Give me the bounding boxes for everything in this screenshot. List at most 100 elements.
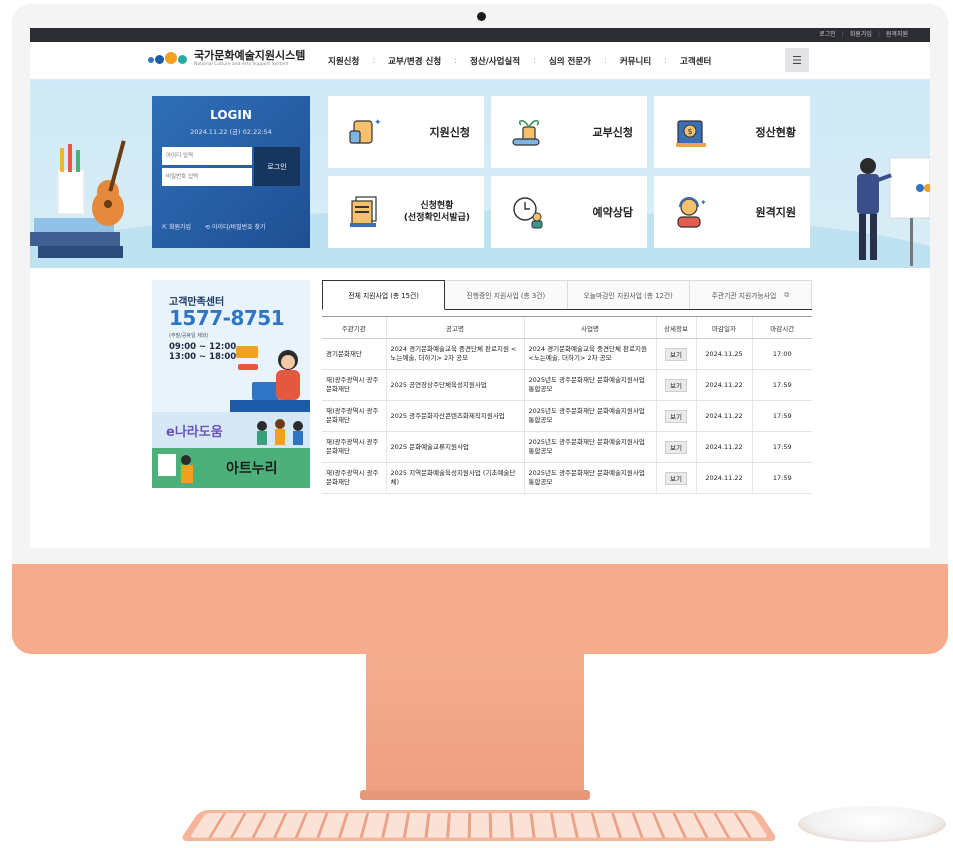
org-cell: 재)광주광역시 광주문화재단 [322,432,386,463]
view-button[interactable]: 보기 [665,379,687,392]
global-nav: 국가문화예술지원시스템 National Culture and Arts Su… [30,42,930,80]
org-cell: 경기문화재단 [322,339,386,370]
menu-divider: : [372,56,375,66]
keyboard [179,810,779,841]
presenter-illustration [840,150,930,268]
hamburger-menu-icon[interactable]: ☰ [785,48,809,72]
operator-illustration [230,334,310,412]
view-button[interactable]: 보기 [665,441,687,454]
support-program-table: 주관기관 공고명 사업명 상세정보 마감일자 마감시간 경기문화재단 2024 … [322,316,812,494]
remote-support-link[interactable]: 원격지원 [886,28,908,42]
login-datetime: 2024.11.22 (금) 02:22:54 [152,126,310,136]
enara-banner[interactable]: e나라도움 [152,412,310,448]
tile-label: 예약상담 [593,176,633,248]
tab-all-programs[interactable]: 전체 지원사업 (총 15건) [322,280,445,310]
column-header: 상세정보 [656,317,696,339]
table-row: 재)광주광역시 광주문화재단 2025 광주문화자산콘텐츠화제작지원사업 202… [322,401,812,432]
deadline-time-cell: 17:59 [752,463,812,494]
column-header: 사업명 [524,317,656,339]
utility-bar: 로그인 | 회원가입 | 원격지원 [30,28,930,42]
notice-cell[interactable]: 2025 광주문화자산콘텐츠화제작지원사업 [386,401,524,432]
deadline-date-cell: 2024.11.22 [696,432,752,463]
org-cell: 재)광주광역시 광주문화재단 [322,401,386,432]
login-title: LOGIN [152,108,310,122]
tile-application-status[interactable]: 신청현황 (선정확인서발급) [328,176,484,248]
view-button[interactable]: 보기 [665,472,687,485]
customer-center-panel: 고객만족센터 1577-8751 (주말/공휴일 제외) 09:00 ~ 12:… [152,280,310,412]
tab-host-eligible[interactable]: 주관기관 지원가능사업 ⧉ [690,280,812,309]
monitor-stand-foot [360,790,590,800]
deadline-time-cell: 17:59 [752,370,812,401]
deadline-time-cell: 17:00 [752,339,812,370]
logo-subtitle: National Culture and Arts Support System [194,62,305,68]
tile-apply[interactable]: ✦ 지원신청 [328,96,484,168]
column-header: 마감시간 [752,317,812,339]
menu-customer-center[interactable]: 고객센터 [680,55,711,67]
artnuri-banner[interactable]: 아트누리 [152,448,310,488]
customer-center-note: (주말/공휴일 제외) [169,332,208,339]
clock-person-icon [509,193,547,231]
signup-link[interactable]: 회원가입 [850,28,872,42]
menu-divider: : [664,56,667,66]
project-cell: 2025년도 광주문화재단 문화예술지원사업 통합공모 [524,370,656,401]
project-cell: 2025년도 광주문화재단 문화예술지원사업 통합공모 [524,463,656,494]
notice-cell[interactable]: 2024 경기문화예술교육 중견단체 판로지원 <노는예술, 더하기> 2차 공… [386,339,524,370]
document-stack-icon [346,193,384,231]
hand-sparkle-icon: ✦ [346,113,384,151]
menu-divider: : [454,56,457,66]
menu-review-expert[interactable]: 심의 전문가 [549,55,591,67]
tile-label: 정산현황 [756,96,796,168]
menu-apply[interactable]: 지원신청 [328,55,359,67]
menu-grant-change[interactable]: 교부/변경 신청 [388,55,441,67]
money-book-icon: $ [672,113,710,151]
deadline-time-cell: 17:59 [752,401,812,432]
mouse [798,806,946,842]
monitor-stand [366,654,584,794]
deadline-date-cell: 2024.11.22 [696,463,752,494]
tile-label: 지원신청 [430,96,470,168]
menu-community[interactable]: 커뮤니티 [620,55,651,67]
password-input[interactable] [162,168,252,186]
tile-grant[interactable]: 교부신청 [491,96,647,168]
deadline-time-cell: 17:59 [752,432,812,463]
notice-cell[interactable]: 2025 문화예술교류지원사업 [386,432,524,463]
view-button[interactable]: 보기 [665,348,687,361]
tile-remote-support[interactable]: ✦ 원격지원 [654,176,810,248]
tile-label: 신청현황 (선정확인서발급) [404,176,470,248]
menu-divider: : [604,56,607,66]
people-illustration [250,416,308,448]
tile-reservation[interactable]: 예약상담 [491,176,647,248]
books-guitar-illustration [30,140,150,268]
divider: | [878,28,880,42]
notice-cell[interactable]: 2025 공연장상주단체육성지원사업 [386,370,524,401]
external-link-icon: ⧉ [784,291,789,300]
project-cell: 2024 경기문화예술교육 중견단체 판로지원 <노는예술, 더하기> 2차 공… [524,339,656,370]
logo-title: 국가문화예술지원시스템 [194,50,305,62]
id-input[interactable] [162,147,252,165]
tab-in-progress[interactable]: 진행중인 지원사업 (총 3건) [445,280,567,309]
deadline-date-cell: 2024.11.22 [696,401,752,432]
tile-settlement[interactable]: $ 정산현황 [654,96,810,168]
project-cell: 2025년도 광주문화재단 문화예술지원사업 통합공모 [524,432,656,463]
table-row: 재)광주광역시 광주문화재단 2025 지역문화예술육성지원사업 (기초예술단체… [322,463,812,494]
site-logo[interactable]: 국가문화예술지원시스템 National Culture and Arts Su… [148,50,305,68]
org-cell: 재)광주광역시 광주문화재단 [322,463,386,494]
svg-text:$: $ [688,127,693,136]
keyboard-keys [190,813,769,838]
view-button[interactable]: 보기 [665,410,687,423]
main-menu: 지원신청 : 교부/변경 신청 : 정산/사업실적 : 심의 전문가 : 커뮤니… [328,42,711,80]
svg-text:✦: ✦ [700,198,707,207]
notice-cell[interactable]: 2025 지역문화예술육성지원사업 (기초예술단체) [386,463,524,494]
deadline-date-cell: 2024.11.25 [696,339,752,370]
support-program-tabs: 전체 지원사업 (총 15건) 진행중인 지원사업 (총 3건) 오늘마감인 지… [322,280,812,310]
login-link[interactable]: 로그인 [819,28,836,42]
headset-agent-icon: ✦ [672,193,710,231]
tab-closing-today[interactable]: 오늘마감인 지원사업 (총 12건) [568,280,690,309]
login-button[interactable]: 로그인 [254,147,300,186]
find-account-link[interactable]: ⟲ 아이디/비밀번호 찾기 [205,222,266,231]
table-row: 경기문화재단 2024 경기문화예술교육 중견단체 판로지원 <노는예술, 더하… [322,339,812,370]
website-screen: 로그인 | 회원가입 | 원격지원 국가문화예술지원시스템 National C… [30,28,930,548]
signup-link[interactable]: ⇱ 회원가입 [162,222,191,231]
menu-settlement[interactable]: 정산/사업실적 [470,55,520,67]
project-cell: 2025년도 광주문화재단 문화예술지원사업 통합공모 [524,401,656,432]
